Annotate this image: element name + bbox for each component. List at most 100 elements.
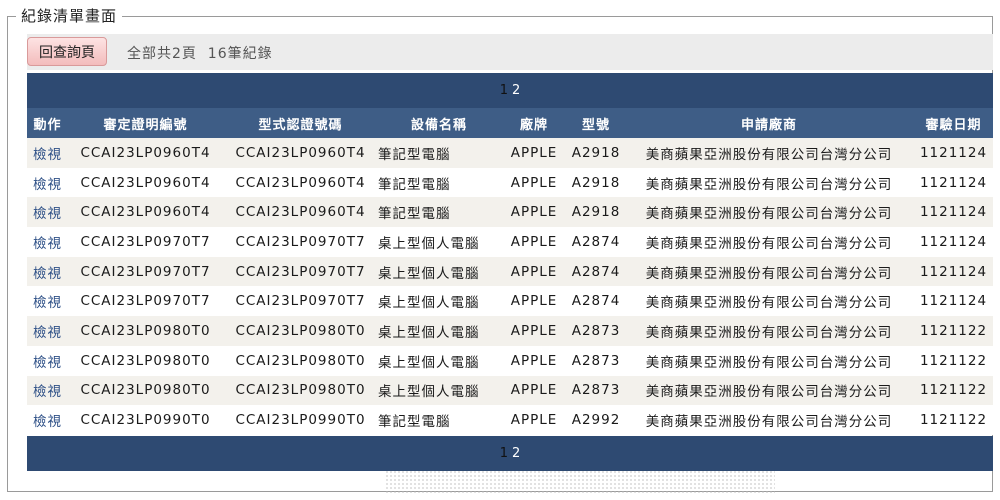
cell-approval-no: CCAI23LP0980T0 bbox=[80, 352, 211, 369]
cell-brand: APPLE bbox=[510, 352, 558, 369]
page-link-2[interactable]: 2 bbox=[510, 446, 522, 461]
col-header-inspection-date: 審驗日期 bbox=[925, 117, 982, 133]
cell-model: A2918 bbox=[571, 174, 621, 191]
cell-type-cert-no: CCAI23LP0970T7 bbox=[235, 233, 366, 250]
cell-view-link: 檢視 bbox=[27, 227, 68, 257]
page-link-1[interactable]: 1 bbox=[498, 446, 510, 461]
col-header-model: 型號 bbox=[581, 117, 610, 133]
cell-brand: APPLE bbox=[510, 144, 558, 161]
cell-inspection-date: 1121122 bbox=[919, 322, 988, 339]
cell-type-cert-no: CCAI23LP0980T0 bbox=[235, 382, 366, 399]
cell-type-cert-no: CCAI23LP0970T7 bbox=[235, 293, 366, 310]
cell-device-name: 桌上型個人電腦 bbox=[378, 384, 480, 401]
cell-device-name: 桌上型個人電腦 bbox=[378, 235, 480, 252]
cell-applicant: 美商蘋果亞洲股份有限公司台灣分公司 bbox=[645, 295, 893, 312]
cell-device-name: 桌上型個人電腦 bbox=[378, 295, 480, 312]
cell-model: A2874 bbox=[571, 263, 621, 280]
cell-type-cert-no: CCAI23LP0980T0 bbox=[235, 352, 366, 369]
cell-applicant: 美商蘋果亞洲股份有限公司台灣分公司 bbox=[645, 235, 893, 252]
cell-brand: APPLE bbox=[510, 263, 558, 280]
cell-device-name: 筆記型電腦 bbox=[378, 206, 451, 223]
view-link[interactable]: 檢視 bbox=[33, 266, 62, 282]
cell-inspection-date: 1121124 bbox=[919, 293, 988, 310]
cell-inspection-date: 1121122 bbox=[919, 412, 988, 429]
cell-applicant: 美商蘋果亞洲股份有限公司台灣分公司 bbox=[645, 265, 893, 282]
cell-applicant: 美商蘋果亞洲股份有限公司台灣分公司 bbox=[645, 176, 893, 193]
cell-view-link: 檢視 bbox=[27, 168, 68, 198]
cell-brand: APPLE bbox=[510, 293, 558, 310]
cell-view-link: 檢視 bbox=[27, 197, 68, 227]
cell-approval-no: CCAI23LP0960T4 bbox=[80, 204, 211, 221]
cell-inspection-date: 1121124 bbox=[919, 233, 988, 250]
cell-applicant: 美商蘋果亞洲股份有限公司台灣分公司 bbox=[645, 206, 893, 223]
record-summary: 全部共2頁 16筆紀錄 bbox=[127, 46, 273, 62]
cell-approval-no: CCAI23LP0960T4 bbox=[80, 174, 211, 191]
cell-inspection-date: 1121124 bbox=[919, 144, 988, 161]
cell-model: A2918 bbox=[571, 144, 621, 161]
cell-view-link: 檢視 bbox=[27, 286, 68, 316]
table-row: 檢視 CCAI23LP0980T0 CCAI23LP0980T0 桌上型個人電腦 APP… bbox=[27, 375, 993, 406]
cell-view-link: 檢視 bbox=[27, 346, 68, 376]
cell-device-name: 桌上型個人電腦 bbox=[378, 354, 480, 371]
cell-device-name: 桌上型個人電腦 bbox=[378, 324, 480, 341]
cell-approval-no: CCAI23LP0970T7 bbox=[80, 263, 211, 280]
table-row: 檢視 CCAI23LP0980T0 CCAI23LP0980T0 桌上型個人電腦 APP… bbox=[27, 316, 993, 346]
table-row: 檢視 CCAI23LP0970T7 CCAI23LP0970T7 桌上型個人電腦 APP… bbox=[27, 286, 993, 317]
cell-view-link: 檢視 bbox=[27, 376, 68, 406]
cell-brand: APPLE bbox=[510, 382, 558, 399]
cell-device-name: 筆記型電腦 bbox=[378, 146, 451, 163]
cell-model: A2873 bbox=[571, 322, 621, 339]
view-link[interactable]: 檢視 bbox=[33, 325, 62, 341]
table-header-row: 動作 審定證明編號 型式認證號碼 設備名稱 廠牌 型號 申請廠商 審驗日期 bbox=[27, 108, 993, 138]
table-row: 檢視 CCAI23LP0980T0 CCAI23LP0980T0 桌上型個人電腦 APP… bbox=[27, 345, 993, 376]
col-header-brand: 廠牌 bbox=[519, 117, 548, 133]
cell-approval-no: CCAI23LP0970T7 bbox=[80, 293, 211, 310]
view-link[interactable]: 檢視 bbox=[33, 147, 62, 163]
view-link[interactable]: 檢視 bbox=[33, 295, 62, 311]
cell-model: A2992 bbox=[571, 412, 621, 429]
cell-view-link: 檢視 bbox=[27, 405, 68, 435]
cell-type-cert-no: CCAI23LP0980T0 bbox=[235, 322, 366, 339]
back-to-search-button[interactable]: 回查詢頁 bbox=[27, 37, 107, 66]
pagination-top: 1 2 bbox=[27, 73, 993, 108]
records-table: 動作 審定證明編號 型式認證號碼 設備名稱 廠牌 型號 申請廠商 審驗日期 檢視… bbox=[27, 108, 993, 435]
cell-device-name: 桌上型個人電腦 bbox=[378, 265, 480, 282]
cell-device-name: 筆記型電腦 bbox=[378, 176, 451, 193]
view-link[interactable]: 檢視 bbox=[33, 236, 62, 252]
view-link[interactable]: 檢視 bbox=[33, 384, 62, 400]
cell-model: A2918 bbox=[571, 204, 621, 221]
cell-brand: APPLE bbox=[510, 204, 558, 221]
col-header-type-cert-no: 型式認證號碼 bbox=[258, 117, 343, 133]
table-row: 檢視 CCAI23LP0960T4 CCAI23LP0960T4 筆記型電腦 APPLE… bbox=[27, 197, 993, 228]
cell-applicant: 美商蘋果亞洲股份有限公司台灣分公司 bbox=[645, 384, 893, 401]
cell-type-cert-no: CCAI23LP0970T7 bbox=[235, 263, 366, 280]
cell-type-cert-no: CCAI23LP0960T4 bbox=[235, 174, 366, 191]
cell-type-cert-no: CCAI23LP0960T4 bbox=[235, 144, 366, 161]
cell-view-link: 檢視 bbox=[27, 138, 68, 168]
cell-approval-no: CCAI23LP0980T0 bbox=[80, 382, 211, 399]
cell-approval-no: CCAI23LP0980T0 bbox=[80, 322, 211, 339]
cell-type-cert-no: CCAI23LP0990T0 bbox=[235, 412, 366, 429]
cell-inspection-date: 1121124 bbox=[919, 174, 988, 191]
page-link-1[interactable]: 1 bbox=[498, 83, 510, 98]
view-link[interactable]: 檢視 bbox=[33, 414, 62, 430]
toolbar: 回查詢頁 全部共2頁 16筆紀錄 bbox=[27, 34, 993, 70]
col-header-applicant: 申請廠商 bbox=[740, 117, 797, 133]
cell-model: A2874 bbox=[571, 293, 621, 310]
cell-approval-no: CCAI23LP0960T4 bbox=[80, 144, 211, 161]
decorative-dot-pattern bbox=[385, 470, 775, 494]
view-link[interactable]: 檢視 bbox=[33, 177, 62, 193]
view-link[interactable]: 檢視 bbox=[33, 355, 62, 371]
page-link-2[interactable]: 2 bbox=[510, 83, 522, 98]
col-header-approval-no: 審定證明編號 bbox=[103, 117, 188, 133]
cell-brand: APPLE bbox=[510, 412, 558, 429]
table-row: 檢視 CCAI23LP0960T4 CCAI23LP0960T4 筆記型電腦 APPLE… bbox=[27, 167, 993, 198]
pagination-bottom: 1 2 bbox=[27, 436, 993, 471]
cell-inspection-date: 1121122 bbox=[919, 352, 988, 369]
table-row: 檢視 CCAI23LP0990T0 CCAI23LP0990T0 筆記型電腦 APPLE… bbox=[27, 405, 993, 435]
view-link[interactable]: 檢視 bbox=[33, 206, 62, 222]
cell-approval-no: CCAI23LP0970T7 bbox=[80, 233, 211, 250]
cell-device-name: 筆記型電腦 bbox=[378, 414, 451, 431]
cell-applicant: 美商蘋果亞洲股份有限公司台灣分公司 bbox=[645, 324, 893, 341]
col-header-action: 動作 bbox=[33, 117, 62, 133]
